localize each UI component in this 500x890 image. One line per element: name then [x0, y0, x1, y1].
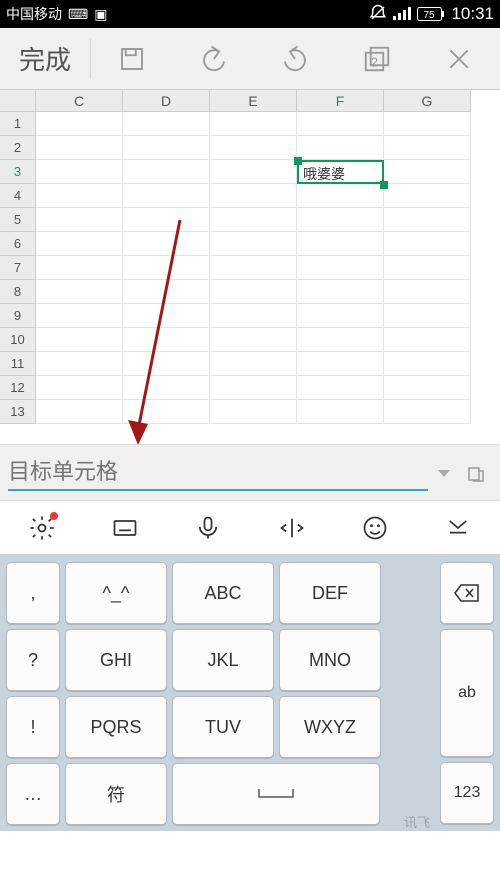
row-header[interactable]: 12 [0, 376, 36, 400]
emoji-button[interactable] [355, 508, 395, 548]
key-wxyz[interactable]: WXYZ [279, 696, 381, 758]
selection-handle-br[interactable] [380, 181, 388, 189]
key-tuv[interactable]: TUV [172, 696, 274, 758]
col-header-g[interactable]: G [384, 90, 471, 112]
key-comma[interactable]: , [6, 562, 60, 624]
row-header[interactable]: 8 [0, 280, 36, 304]
voice-input-button[interactable] [188, 508, 228, 548]
key-mno[interactable]: MNO [279, 629, 381, 691]
clock-label: 10:31 [451, 4, 494, 24]
key-space[interactable] [172, 763, 380, 825]
cursor-mode-button[interactable] [272, 508, 312, 548]
key-symbols[interactable]: 符 [65, 763, 167, 825]
done-button[interactable]: 完成 [0, 40, 90, 77]
expand-icon[interactable] [460, 461, 492, 485]
row-header[interactable]: 3 [0, 160, 36, 184]
row-header[interactable]: 5 [0, 208, 36, 232]
formula-bar [0, 444, 500, 500]
row-header[interactable]: 7 [0, 256, 36, 280]
svg-text:2: 2 [371, 55, 378, 69]
row-header[interactable]: 4 [0, 184, 36, 208]
signal-icon [393, 6, 411, 23]
key-jkl[interactable]: JKL [172, 629, 274, 691]
row-header[interactable]: 9 [0, 304, 36, 328]
keyboard: , ? ! … ^_^ ABC DEF GHI JKL MNO PQRS TUV… [0, 554, 500, 831]
status-bar: 中国移动 ⌨ ▣ 75 10:31 [0, 0, 500, 28]
notification-dot-icon [50, 512, 58, 520]
ime-brand-label: 讯飞 [404, 812, 430, 831]
key-exclaim[interactable]: ! [6, 696, 60, 758]
row-header[interactable]: 1 [0, 112, 36, 136]
keyboard-indicator-icon: ⌨ [68, 6, 88, 23]
tabs-button[interactable]: 2 [336, 44, 418, 74]
carrier-label: 中国移动 [6, 4, 62, 24]
svg-text:75: 75 [424, 10, 436, 21]
grid-corner[interactable] [0, 90, 36, 112]
row-header[interactable]: 6 [0, 232, 36, 256]
undo-button[interactable] [173, 44, 255, 74]
collapse-keyboard-button[interactable] [438, 508, 478, 548]
spreadsheet-area[interactable]: C D E F G 1 2 3 4 5 6 7 8 9 10 11 12 13 … [0, 90, 500, 444]
editor-toolbar: 完成 2 [0, 28, 500, 90]
key-ellipsis[interactable]: … [6, 763, 60, 825]
col-header-d[interactable]: D [123, 90, 210, 112]
key-question[interactable]: ? [6, 629, 60, 691]
col-header-e[interactable]: E [210, 90, 297, 112]
mute-icon [369, 4, 387, 25]
picture-indicator-icon: ▣ [94, 6, 107, 23]
target-cell-input[interactable] [8, 455, 428, 491]
keyboard-mode-button[interactable] [105, 508, 145, 548]
key-backspace[interactable] [440, 562, 494, 624]
selection-handle-tl[interactable] [294, 157, 302, 165]
col-header-c[interactable]: C [36, 90, 123, 112]
key-numeric-mode[interactable]: 123 [440, 762, 494, 824]
dropdown-icon[interactable] [428, 465, 460, 481]
redo-button[interactable] [255, 44, 337, 74]
row-header[interactable]: 10 [0, 328, 36, 352]
settings-button[interactable] [22, 508, 62, 548]
col-header-f[interactable]: F [297, 90, 384, 112]
ime-toolbar [0, 500, 500, 554]
close-button[interactable] [418, 44, 500, 74]
key-def[interactable]: DEF [279, 562, 381, 624]
key-emoticon[interactable]: ^_^ [65, 562, 167, 624]
save-button[interactable] [91, 44, 173, 74]
row-header[interactable]: 2 [0, 136, 36, 160]
key-abc[interactable]: ABC [172, 562, 274, 624]
battery-icon: 75 [417, 7, 445, 21]
key-ghi[interactable]: GHI [65, 629, 167, 691]
row-header[interactable]: 11 [0, 352, 36, 376]
key-pqrs[interactable]: PQRS [65, 696, 167, 758]
selected-cell[interactable]: 哦婆婆 [297, 160, 384, 184]
key-alpha-mode[interactable]: ab [440, 629, 494, 757]
row-header[interactable]: 13 [0, 400, 36, 424]
